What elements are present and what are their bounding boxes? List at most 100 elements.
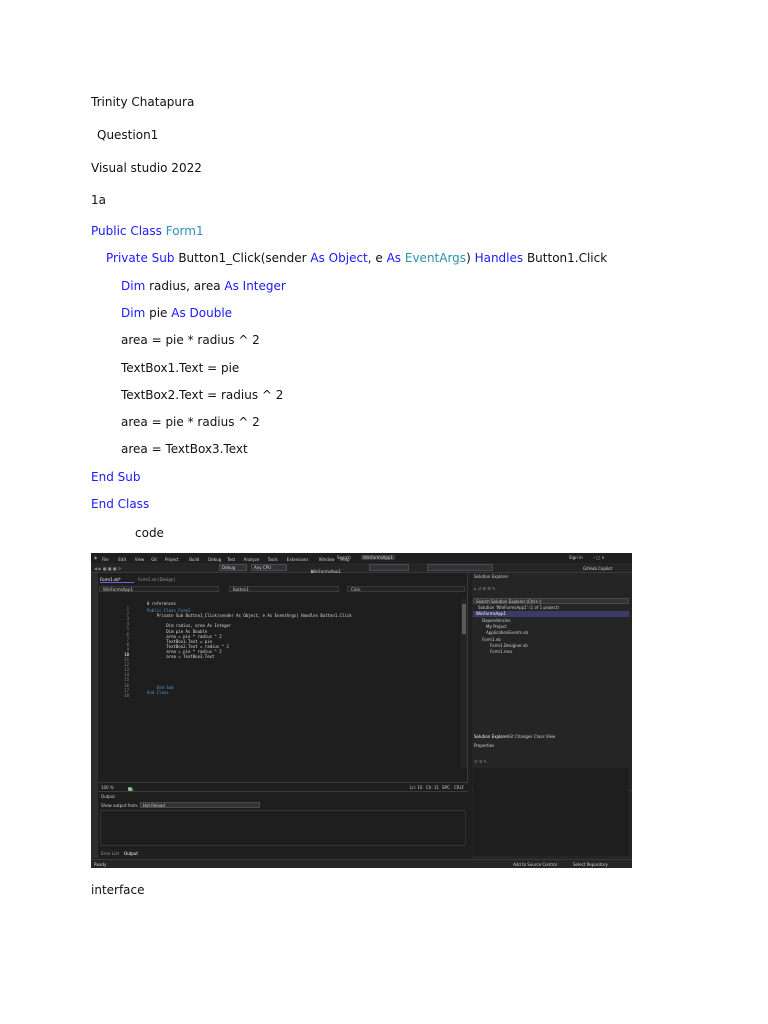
navigation-bar: WinFormsApp1 Button1 Click [99, 586, 465, 592]
tree-item[interactable]: ApplicationEvents.vb [486, 630, 528, 635]
software-name: Visual studio 2022 [91, 161, 202, 175]
code-token: area = pie * radius ^ 2 [121, 415, 260, 429]
event-dropdown[interactable]: Click [347, 586, 465, 592]
code-caption: code [135, 526, 164, 540]
menu-item-file[interactable]: File [102, 557, 109, 562]
tab-solution-explorer[interactable]: Solution Explorer [474, 734, 508, 739]
scrollbar-thumb[interactable] [462, 604, 466, 634]
editor-code-line: area = TextBox3.Text [147, 654, 215, 660]
menu-item-build[interactable]: Build [189, 557, 199, 562]
code-line: TextBox2.Text = radius ^ 2 [121, 388, 283, 402]
code-line: TextBox1.Text = pie [121, 361, 239, 375]
tree-item[interactable]: Form1.resx [490, 649, 512, 654]
line-ending-indicator[interactable]: CRLF [454, 785, 464, 790]
char-indicator: Ch: 11 [426, 785, 440, 790]
status-ready: Ready [94, 862, 107, 867]
tree-item[interactable]: My Project [486, 624, 507, 629]
project-dropdown[interactable]: WinFormsApp1 [99, 586, 219, 592]
menu-item-window[interactable]: Window [319, 557, 335, 562]
code-token: End Sub [91, 470, 141, 484]
code-line: area = pie * radius ^ 2 [121, 333, 260, 347]
menu-item-test[interactable]: Test [227, 557, 235, 562]
menu-item-debug[interactable]: Debug [208, 557, 221, 562]
menu-item-extensions[interactable]: Extensions [287, 557, 309, 562]
code-token: Dim [121, 306, 150, 320]
editor-tabs: Form1.vb* Form1.vb [Design] [98, 577, 468, 583]
search-box[interactable]: Search [337, 555, 351, 560]
tab-error-list[interactable]: Error List [101, 851, 119, 856]
references-codelens[interactable]: 0 references [147, 601, 176, 606]
startup-item-box[interactable] [427, 564, 493, 571]
code-token: Private Sub [106, 251, 179, 265]
code-line: End Sub [91, 470, 140, 484]
tree-item[interactable]: Solution 'WinFormsApp1' (1 of 1 project) [478, 605, 559, 610]
menu-item-analyze[interactable]: Analyze [244, 557, 260, 562]
code-token: End Class [91, 497, 150, 511]
properties-toolbar[interactable]: ☷ ⇅ ✎ [474, 759, 487, 764]
editor-scrollbar[interactable] [461, 598, 467, 768]
editor-status-bar: 100 % No issues found Ln: 10 Ch: 11 SPC … [98, 782, 468, 802]
debug-target-box[interactable] [369, 564, 409, 571]
properties-grid[interactable] [473, 768, 629, 856]
code-token: As [386, 251, 405, 265]
line-indicator: Ln: 10 [410, 785, 423, 790]
code-token: Button1_Click(sender [178, 251, 311, 265]
menu-item-git[interactable]: Git [151, 557, 157, 562]
code-token: area = pie * radius ^ 2 [121, 333, 260, 347]
line-number-gutter: 1 2 3 4 5 6 7 8 9 10 11 12 13 14 15 16 17 18 [101, 600, 135, 760]
output-panel: Output Show output from: Hot Reload [98, 791, 468, 849]
code-line: area = pie * radius ^ 2 [121, 415, 260, 429]
part-label: 1a [91, 193, 106, 207]
output-source-dropdown[interactable]: Hot Reload [140, 802, 260, 808]
properties-title: Properties [474, 743, 495, 748]
menu-item-project[interactable]: Project [165, 557, 179, 562]
code-token: Handles [474, 251, 527, 265]
author-name: Trinity Chatapura [91, 95, 195, 109]
code-token: Form1 [165, 224, 204, 238]
menu-item-view[interactable]: View [135, 557, 145, 562]
code-token: ) [466, 251, 475, 265]
status-bar: Ready Add to Source Control Select Repos… [91, 859, 632, 868]
add-source-control-button[interactable]: Add to Source Control [513, 862, 557, 867]
menu-item-tools[interactable]: Tools [268, 557, 278, 562]
code-token: As Integer [224, 279, 286, 293]
tree-item[interactable]: Dependencies [482, 618, 510, 623]
object-dropdown[interactable]: Button1 [229, 586, 339, 592]
menu-item-edit[interactable]: Edit [118, 557, 126, 562]
toolbar: ◀ ▶ ■ ■ ■ ⟳ Debug Any CPU ▶ WinFormsApp1… [91, 563, 632, 574]
code-token: , e [367, 251, 387, 265]
line-number: 18 [124, 692, 129, 698]
sign-in-link[interactable]: Sign in [569, 555, 583, 560]
code-token: Dim [121, 279, 150, 293]
tab-form1-design[interactable]: Form1.vb [Design] [138, 577, 175, 582]
editor-code: 0 references Public Class Form1 Private S… [147, 600, 447, 760]
tree-item[interactable]: WinFormsApp1 [476, 611, 506, 616]
tree-item[interactable]: Form1.Designer.vb [490, 643, 528, 648]
code-token: TextBox2.Text = radius ^ 2 [121, 388, 284, 402]
tab-git-changes[interactable]: Git Changes [508, 734, 532, 739]
tab-form1-vb[interactable]: Form1.vb* [100, 577, 134, 583]
ide-screenshot: ◆ File Edit View Git Project Build Debug Test An… [91, 553, 632, 868]
select-repository-button[interactable]: Select Repository [573, 862, 608, 867]
code-token: Button1.Click [526, 251, 608, 265]
platform-dropdown[interactable]: Any CPU [251, 564, 287, 571]
spacing-indicator[interactable]: SPC [442, 785, 450, 790]
tab-class-view[interactable]: Class View [534, 734, 555, 739]
solution-search-input[interactable]: Search Solution Explorer (Ctrl+;) [473, 598, 629, 604]
bottom-tabs: Error List Output [98, 849, 468, 857]
code-token: radius, area [149, 279, 225, 293]
toolbar-icons[interactable]: ◀ ▶ ■ ■ ■ ⟳ [94, 566, 121, 571]
code-line: Private Sub Button1_Click(sender As Obje… [106, 251, 607, 265]
tab-output[interactable]: Output [124, 851, 138, 856]
zoom-level[interactable]: 100 % [101, 785, 114, 790]
solution-explorer-toolbar[interactable]: ⌂ ↺ ⚙ ☰ ✎ [474, 586, 496, 591]
config-dropdown[interactable]: Debug [219, 564, 247, 571]
copilot-button[interactable]: GitHub Copilot [583, 566, 612, 571]
question-heading: Question1 [97, 128, 159, 142]
window-controls-icon[interactable]: – □ × [593, 555, 605, 560]
output-text-area[interactable] [100, 810, 466, 846]
code-token: area = TextBox3.Text [121, 442, 248, 456]
code-line: Dim pie As Double [121, 306, 232, 320]
code-line: End Class [91, 497, 149, 511]
tree-item[interactable]: Form1.vb [482, 637, 501, 642]
